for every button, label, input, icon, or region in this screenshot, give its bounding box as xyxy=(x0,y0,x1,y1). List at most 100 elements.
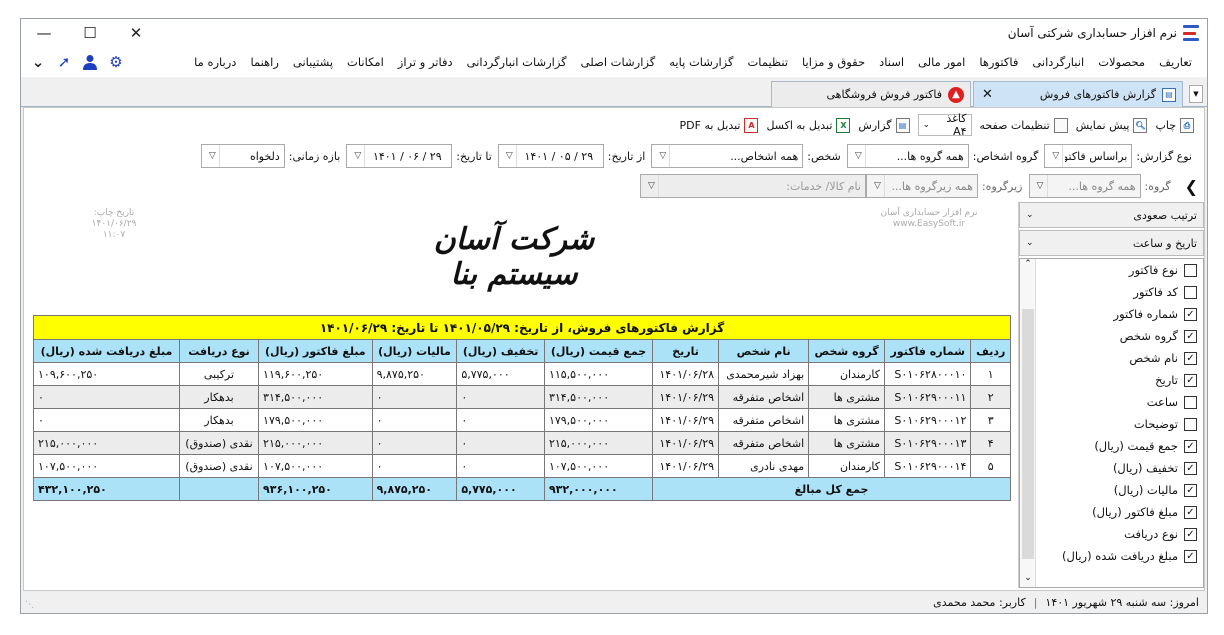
print-button[interactable]: ⎙ چاپ xyxy=(1151,114,1198,136)
close-button[interactable]: ✕ xyxy=(113,19,159,47)
table-cell: ۱۰۷,۵۰۰,۰۰۰ xyxy=(258,454,373,478)
column-header: ردیف xyxy=(970,339,1011,363)
checkbox-checked-icon[interactable]: ✓ xyxy=(1184,527,1197,541)
chevron-right-icon[interactable]: ❯ xyxy=(1185,177,1198,196)
table-cell: ۰ xyxy=(371,385,458,409)
table-cell: ترکیبی xyxy=(178,362,260,386)
table-cell: مهدی نادری xyxy=(718,454,810,478)
table-row[interactable]: ۴ S۰۱۰۶۲۹۰۰۰۱۳ مشتری ها اشخاص متفرقه ۱۴۰۱/۰۶… xyxy=(33,431,1011,455)
menu-inventory[interactable]: انبارگردانی xyxy=(1025,55,1091,69)
total-tax: ۹,۸۷۵,۲۵۰ xyxy=(371,477,458,501)
table-header-row: ردیف شماره فاکتور گروه شخص نام شخص تاریخ جمع … xyxy=(33,339,1011,363)
preview-button[interactable]: 🔍︎ پیش نمایش xyxy=(1072,114,1152,136)
menu-settings[interactable]: تنظیمات xyxy=(740,55,795,69)
goods-select[interactable]: نام کالا/ خدمات: ▽ xyxy=(639,174,866,198)
menu-help[interactable]: راهنما xyxy=(243,55,285,69)
minimize-button[interactable]: — xyxy=(21,19,67,47)
menu-definitions[interactable]: تعاریف xyxy=(1152,55,1199,69)
checkbox-checked-icon[interactable]: ✓ xyxy=(1184,329,1197,343)
table-cell: کارمندان xyxy=(808,454,885,478)
table-cell: ۴ xyxy=(970,431,1011,455)
checkbox-empty-icon[interactable] xyxy=(1184,285,1197,299)
menu-inventory-reports[interactable]: گزارشات انبارگردانی xyxy=(460,55,574,69)
from-date-picker[interactable]: ۱۴۰۱ / ۰۵ / ۲۹ ▽ xyxy=(497,144,604,168)
checkbox-checked-icon[interactable]: ✓ xyxy=(1184,505,1197,519)
report-type-select[interactable]: براساس فاکتور▽ xyxy=(1044,144,1133,168)
column-option[interactable]: توضیحات xyxy=(1020,413,1203,435)
close-tab-icon[interactable]: ✕ xyxy=(982,87,993,102)
menu-invoices[interactable]: فاکتورها xyxy=(972,55,1025,69)
goods-value: نام کالا/ خدمات: xyxy=(786,179,861,193)
column-option[interactable]: ✓ نام شخص xyxy=(1020,347,1203,369)
checkbox-checked-icon[interactable]: ✓ xyxy=(1184,351,1197,365)
menu-main-reports[interactable]: گزارشات اصلی xyxy=(574,55,663,69)
column-option[interactable]: کد فاکتور xyxy=(1020,281,1203,303)
tab-sales-invoice-report[interactable]: ▤ گزارش فاکتورهای فروش ✕ xyxy=(973,81,1183,107)
column-list-scrollbar[interactable]: ⌃ ⌄ xyxy=(1020,259,1036,587)
menu-about[interactable]: درباره ما xyxy=(187,55,243,69)
table-row[interactable]: ۱ S۰۱۰۶۲۸۰۰۰۱۰ کارمندان بهزاد شیرمحمدی ۱۴۰۱/… xyxy=(33,362,1011,386)
total-discount: ۵,۷۷۵,۰۰۰ xyxy=(456,477,545,501)
tab-store-sales-invoice[interactable]: ▲ فاکتور فروش فروشگاهی xyxy=(771,81,971,107)
checkbox-empty-icon[interactable] xyxy=(1184,395,1197,409)
excel-icon: X xyxy=(836,117,851,133)
gear-icon[interactable]: ⚙ xyxy=(107,53,125,71)
checkbox-checked-icon[interactable]: ✓ xyxy=(1184,373,1197,387)
subgroup-select[interactable]: همه زیرگروه ها... ▽ xyxy=(865,174,978,198)
resize-grip-icon[interactable]: ⋰ xyxy=(25,600,34,610)
checkbox-empty-icon[interactable] xyxy=(1184,263,1197,277)
sort-field-select[interactable]: تاریخ و ساعت ⌄ xyxy=(1019,230,1204,256)
user-icon[interactable] xyxy=(81,53,99,71)
menu-support[interactable]: پشتیبانی xyxy=(286,55,340,69)
column-option[interactable]: ✓ تاریخ xyxy=(1020,369,1203,391)
menu-ledgers[interactable]: دفاتر و تراز xyxy=(391,55,460,69)
export-excel-button[interactable]: X تبدیل به اکسل xyxy=(762,114,854,136)
paper-size-select[interactable]: کاغذ A۴ ⌄ xyxy=(917,112,972,138)
column-option[interactable]: ✓ مبلغ دریافت شده (ریال) xyxy=(1020,545,1203,567)
column-option[interactable]: ✓ گروه شخص xyxy=(1020,325,1203,347)
to-date-picker[interactable]: ۱۴۰۱ / ۰۶ / ۲۹ ▽ xyxy=(346,144,453,168)
checkbox-checked-icon[interactable]: ✓ xyxy=(1184,307,1197,321)
chevron-down-icon[interactable]: ⌄ xyxy=(29,53,47,71)
arrow-up-right-icon[interactable]: ➚ xyxy=(55,53,73,71)
menu-basic-reports[interactable]: گزارشات پایه xyxy=(662,55,740,69)
maximize-button[interactable]: ☐ xyxy=(67,19,113,47)
column-option[interactable]: ✓ شماره فاکتور xyxy=(1020,303,1203,325)
table-row[interactable]: ۵ S۰۱۰۶۲۹۰۰۰۱۴ کارمندان مهدی نادری ۱۴۰۱/۰۶/۲… xyxy=(33,454,1011,478)
period-select[interactable]: دلخواه ▽ xyxy=(200,144,285,168)
scroll-thumb[interactable] xyxy=(1022,309,1034,559)
checkbox-empty-icon[interactable] xyxy=(1184,417,1197,431)
column-option[interactable]: ساعت xyxy=(1020,391,1203,413)
export-pdf-button[interactable]: A تبدیل به PDF xyxy=(676,114,763,136)
person-select[interactable]: همه اشخاص... ▽ xyxy=(651,144,804,168)
checkbox-checked-icon[interactable]: ✓ xyxy=(1184,461,1197,475)
column-option[interactable]: ✓ مبلغ فاکتور (ریال) xyxy=(1020,501,1203,523)
menu-features[interactable]: امکانات xyxy=(340,55,391,69)
group-select[interactable]: همه گروه ها... ▽ xyxy=(1028,174,1141,198)
column-option[interactable]: ✓ مالیات (ریال) xyxy=(1020,479,1203,501)
chevron-down-icon: ▽ xyxy=(871,175,885,197)
sort-order-select[interactable]: ترتیب صعودی ⌄ xyxy=(1019,202,1204,228)
menu-products[interactable]: محصولات xyxy=(1091,55,1152,69)
menu-finance[interactable]: امور مالی xyxy=(911,55,972,69)
menu-documents[interactable]: اسناد xyxy=(872,55,911,69)
person-group-select[interactable]: همه گروه ها... ▽ xyxy=(846,144,969,168)
scroll-up-icon[interactable]: ⌃ xyxy=(1020,259,1036,273)
checkbox-checked-icon[interactable]: ✓ xyxy=(1184,483,1197,497)
checkbox-checked-icon[interactable]: ✓ xyxy=(1184,439,1197,453)
menu-payroll[interactable]: حقوق و مزایا xyxy=(795,55,872,69)
table-row[interactable]: ۳ S۰۱۰۶۲۹۰۰۰۱۲ مشتری ها اشخاص متفرقه ۱۴۰۱/۰۶… xyxy=(33,408,1011,432)
report-button[interactable]: ▤ گزارش xyxy=(854,114,913,136)
scroll-down-icon[interactable]: ⌄ xyxy=(1020,573,1036,587)
tab-list-dropdown[interactable]: ▼ xyxy=(1189,85,1203,103)
sort-order-value: ترتیب صعودی xyxy=(1133,208,1197,222)
table-cell: نقدی (صندوق) xyxy=(178,431,260,455)
column-option[interactable]: نوع فاکتور xyxy=(1020,259,1203,281)
table-row[interactable]: ۲ S۰۱۰۶۲۹۰۰۰۱۱ مشتری ها اشخاص متفرقه ۱۴۰۱/۰۶… xyxy=(33,385,1011,409)
column-option[interactable]: ✓ نوع دریافت xyxy=(1020,523,1203,545)
page-settings-button[interactable]: تنظیمات صفحه xyxy=(976,114,1072,136)
software-website: www.EasySoft.ir xyxy=(892,219,966,229)
checkbox-checked-icon[interactable]: ✓ xyxy=(1184,549,1197,563)
column-option[interactable]: ✓ جمع قیمت (ریال) xyxy=(1020,435,1203,457)
column-option[interactable]: ✓ تخفیف (ریال) xyxy=(1020,457,1203,479)
